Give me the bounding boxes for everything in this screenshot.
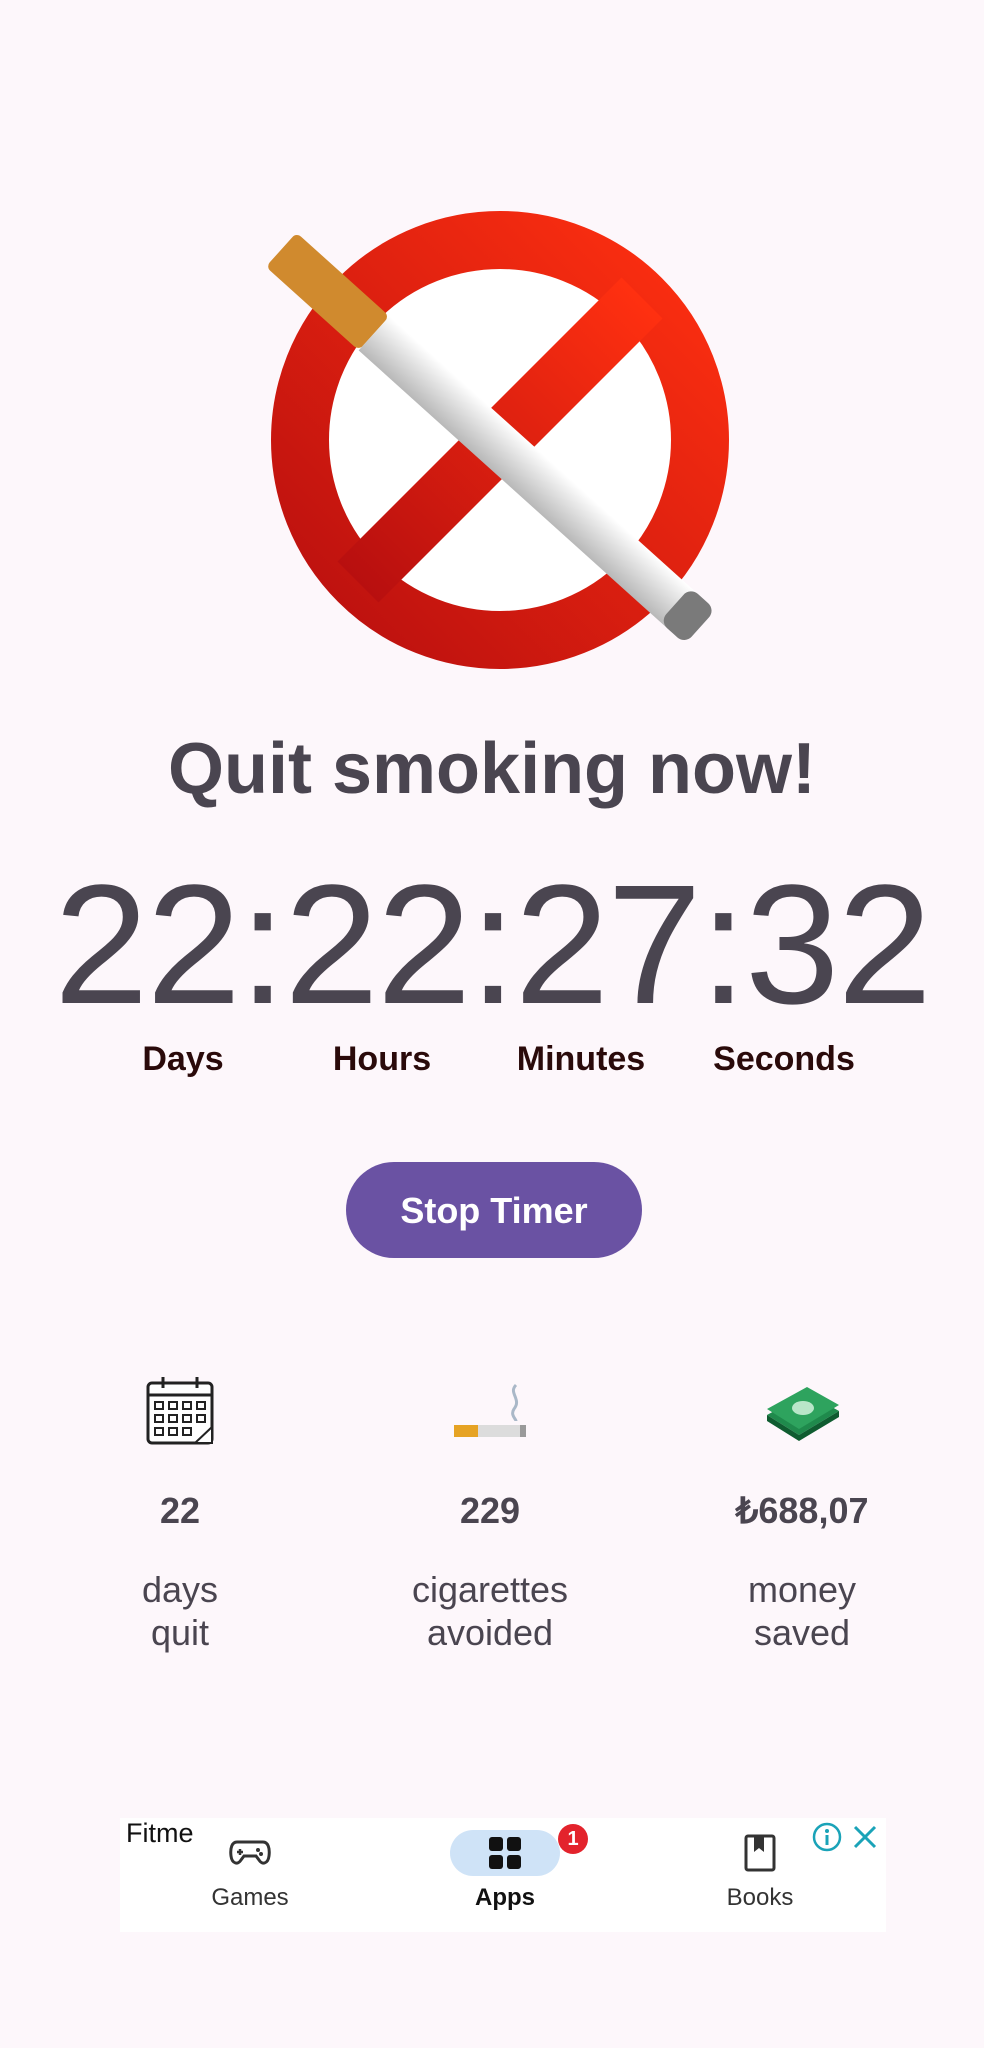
ad-nav-apps-label: Apps [475,1884,535,1911]
ad-nav-games[interactable]: Games [160,1830,340,1912]
unit-hours: Hours [332,1040,432,1078]
ad-banner[interactable]: Fitme Games 1 Apps Books [120,1818,886,1932]
days-quit-label: days quit [141,1569,219,1653]
ad-info-icon[interactable] [812,1822,842,1852]
notification-badge: 1 [558,1824,588,1854]
stat-days-quit: 22 days quit [50,1370,310,1654]
ad-nav-books-label: Books [726,1884,794,1911]
unit-seconds: Seconds [713,1040,855,1078]
ad-nav-apps[interactable]: 1 Apps [415,1824,595,1912]
stat-cigarettes-avoided: 229 cigarettes avoided [360,1370,620,1654]
cigarette-icon [454,1383,526,1437]
unit-minutes: Minutes [516,1040,646,1078]
cigarettes-avoided-value: 229 [459,1490,521,1531]
money-saved-label: money saved [747,1569,857,1653]
unit-days: Days [142,1040,224,1078]
bookmark-book-icon [744,1834,776,1872]
cigarettes-avoided-label: cigarettes avoided [411,1569,569,1653]
calendar-icon [146,1377,214,1445]
no-smoking-icon [268,211,729,669]
days-quit-value: 22 [159,1490,201,1531]
stop-timer-button[interactable]: Stop Timer [346,1162,642,1258]
page-title: Quit smoking now! [168,729,816,809]
money-saved-value: ₺688,07 [735,1490,869,1531]
stat-money-saved: ₺688,07 money saved [672,1370,932,1654]
ad-close-icon[interactable] [850,1822,880,1852]
apps-grid-icon [489,1837,521,1869]
ad-nav-games-label: Games [211,1884,289,1911]
timer-display: 22:22:27:32 [53,850,932,1040]
money-icon [767,1387,839,1441]
gamepad-icon [229,1840,271,1865]
